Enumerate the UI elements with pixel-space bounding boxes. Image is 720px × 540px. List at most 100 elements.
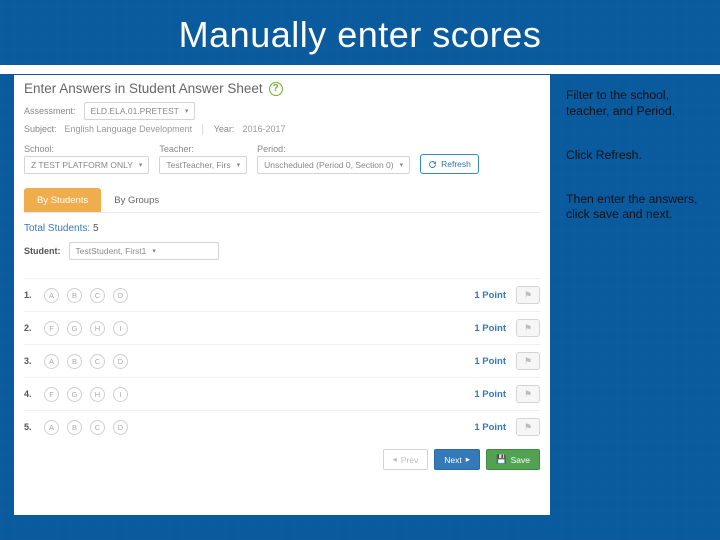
answer-bubble[interactable]: I [113,387,128,402]
total-students-count: 5 [93,223,99,234]
chevron-left-icon: ◂ [393,454,397,465]
page-header: Enter Answers in Student Answer Sheet ? [24,81,540,96]
points-label: 1 Point [474,389,506,400]
flag-icon: ⚑ [524,422,532,433]
filter-row: School: Z TEST PLATFORM ONLY ▾ Teacher: … [24,144,540,174]
answer-bubble[interactable]: C [90,420,105,435]
save-icon: 💾 [496,454,507,465]
chevron-down-icon: ▾ [400,161,404,169]
subject-value: English Language Development [65,124,193,134]
slide-title: Manually enter scores [0,14,720,56]
period-select[interactable]: Unscheduled (Period 0, Section 0) ▾ [257,156,410,174]
answer-bubble[interactable]: C [90,354,105,369]
assessment-select[interactable]: ELD.ELA.01.PRETEST ▾ [84,102,196,120]
flag-button[interactable]: ⚑ [516,418,540,436]
refresh-button[interactable]: Refresh [420,154,479,174]
school-value: Z TEST PLATFORM ONLY [31,160,133,170]
student-select[interactable]: TestStudent, First1 ▾ [69,242,219,260]
points-label: 1 Point [474,290,506,301]
total-students: Total Students: 5 [24,223,540,234]
answer-bubble[interactable]: C [90,288,105,303]
answer-bubble[interactable]: D [113,354,128,369]
flag-icon: ⚑ [524,323,532,334]
question-row: 4. FGHI 1 Point ⚑ [24,377,540,410]
tab-by-students[interactable]: By Students [24,188,101,212]
student-value: TestStudent, First1 [76,246,147,256]
answer-bubble[interactable]: G [67,321,82,336]
answer-bubble[interactable]: F [44,387,59,402]
app-panel: Enter Answers in Student Answer Sheet ? … [14,75,550,515]
note-1: Filter to the school, teacher, and Perio… [566,88,702,120]
save-button[interactable]: 💾 Save [486,449,540,470]
tab-by-groups[interactable]: By Groups [101,188,172,212]
year-label: Year: [214,124,235,134]
tabs: By Students By Groups [24,188,540,213]
question-number: 2. [24,323,36,333]
flag-button[interactable]: ⚑ [516,385,540,403]
teacher-select[interactable]: TestTeacher, Firs ▾ [159,156,247,174]
help-icon[interactable]: ? [269,82,283,96]
save-label: Save [511,455,530,465]
year-value: 2016-2017 [242,124,285,134]
period-label: Period: [257,144,410,154]
answer-bubble[interactable]: D [113,420,128,435]
school-label: School: [24,144,149,154]
chevron-right-icon: ▸ [466,454,470,465]
answer-bubble[interactable]: D [113,288,128,303]
answer-bubble[interactable]: F [44,321,59,336]
answer-bubble[interactable]: H [90,387,105,402]
question-number: 5. [24,422,36,432]
page-header-text: Enter Answers in Student Answer Sheet [24,81,263,96]
answer-bubble[interactable]: B [67,354,82,369]
flag-button[interactable]: ⚑ [516,286,540,304]
question-row: 1. ABCD 1 Point ⚑ [24,278,540,311]
answer-bubble[interactable]: G [67,387,82,402]
teacher-value: TestTeacher, Firs [166,160,230,170]
assessment-label: Assessment: [24,106,76,116]
student-label: Student: [24,246,61,256]
points-label: 1 Point [474,356,506,367]
footer-buttons: ◂ Prev Next ▸ 💾 Save [24,449,540,470]
flag-button[interactable]: ⚑ [516,319,540,337]
total-students-label: Total Students: [24,223,90,234]
chevron-down-icon: ▾ [185,107,189,115]
question-row: 3. ABCD 1 Point ⚑ [24,344,540,377]
school-select[interactable]: Z TEST PLATFORM ONLY ▾ [24,156,149,174]
note-2: Click Refresh. [566,148,702,164]
points-label: 1 Point [474,323,506,334]
prev-button[interactable]: ◂ Prev [383,449,429,470]
answer-bubble[interactable]: A [44,288,59,303]
question-row: 2. FGHI 1 Point ⚑ [24,311,540,344]
question-number: 3. [24,356,36,366]
divider [0,65,720,74]
next-button[interactable]: Next ▸ [434,449,480,470]
teacher-label: Teacher: [159,144,247,154]
chevron-down-icon: ▾ [139,161,143,169]
answer-bubble[interactable]: A [44,354,59,369]
points-label: 1 Point [474,422,506,433]
flag-button[interactable]: ⚑ [516,352,540,370]
chevron-down-icon: ▾ [152,247,156,255]
question-number: 1. [24,290,36,300]
flag-icon: ⚑ [524,356,532,367]
question-number: 4. [24,389,36,399]
subject-year-row: Subject: English Language Development │ … [24,124,540,134]
answer-bubble[interactable]: B [67,420,82,435]
assessment-value: ELD.ELA.01.PRETEST [91,106,179,116]
chevron-down-icon: ▾ [237,161,241,169]
next-label: Next [444,455,461,465]
student-row: Student: TestStudent, First1 ▾ [24,242,540,260]
instruction-notes: Filter to the school, teacher, and Perio… [566,88,702,251]
prev-label: Prev [401,455,418,465]
flag-icon: ⚑ [524,290,532,301]
refresh-icon [428,160,437,169]
question-row: 5. ABCD 1 Point ⚑ [24,410,540,443]
subject-label: Subject: [24,124,57,134]
answer-bubble[interactable]: B [67,288,82,303]
question-table: 1.ABCD1 Point⚑2.FGHI1 Point⚑3.ABCD1 Poin… [24,278,540,443]
answer-bubble[interactable]: H [90,321,105,336]
period-value: Unscheduled (Period 0, Section 0) [264,160,393,170]
answer-bubble[interactable]: I [113,321,128,336]
refresh-label: Refresh [441,159,471,169]
answer-bubble[interactable]: A [44,420,59,435]
